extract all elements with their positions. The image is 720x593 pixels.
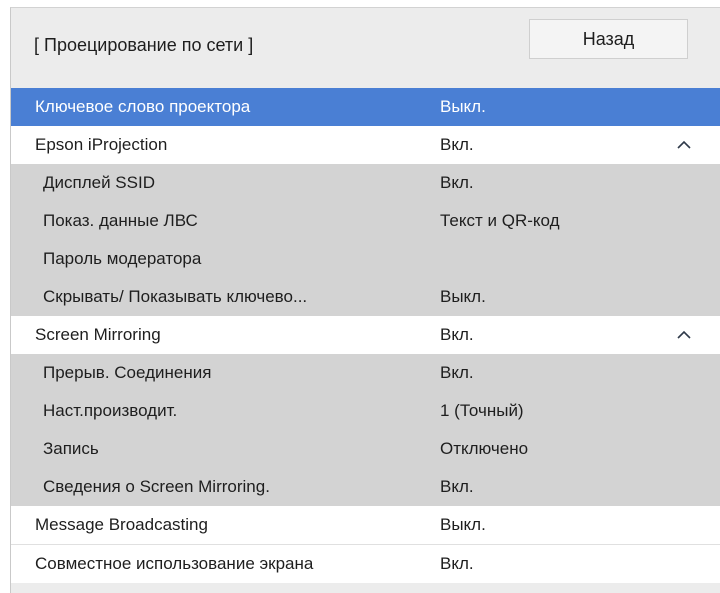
row-label: Совместное использование экрана bbox=[35, 554, 314, 573]
menu-row-recording[interactable]: Запись Отключено bbox=[11, 430, 720, 468]
row-value: Текст и QR-код bbox=[440, 211, 560, 230]
network-projection-panel: [ Проецирование по сети ] Назад Ключевое… bbox=[10, 7, 720, 593]
menu-row-moderator-password[interactable]: Пароль модератора bbox=[11, 240, 720, 278]
row-value: Вкл. bbox=[440, 554, 474, 573]
menu-row-screen-mirroring-info[interactable]: Сведения о Screen Mirroring. Вкл. bbox=[11, 468, 720, 506]
row-label: Прерыв. Соединения bbox=[43, 363, 212, 382]
row-label: Запись bbox=[43, 439, 99, 458]
row-value: Вкл. bbox=[440, 477, 474, 496]
row-label: Показ. данные ЛВС bbox=[43, 211, 198, 230]
menu-header: [ Проецирование по сети ] Назад bbox=[11, 8, 720, 88]
menu-row-epson-iprojection[interactable]: Epson iProjection Вкл. bbox=[11, 126, 720, 164]
row-label: Message Broadcasting bbox=[35, 515, 208, 534]
chevron-up-icon[interactable] bbox=[677, 138, 691, 152]
menu-row-hide-show-keyword[interactable]: Скрывать/ Показывать ключево... Выкл. bbox=[11, 278, 720, 316]
menu-row-performance-setting[interactable]: Наст.производит. 1 (Точный) bbox=[11, 392, 720, 430]
row-label: Пароль модератора bbox=[43, 249, 202, 268]
menu-row-screen-sharing[interactable]: Совместное использование экрана Вкл. bbox=[11, 545, 720, 583]
row-label: Ключевое слово проектора bbox=[35, 97, 251, 116]
chevron-up-icon[interactable] bbox=[677, 328, 691, 342]
menu-row-projector-keyword[interactable]: Ключевое слово проектора Выкл. bbox=[11, 88, 720, 126]
menu-row-lan-info[interactable]: Показ. данные ЛВС Текст и QR-код bbox=[11, 202, 720, 240]
row-label: Сведения о Screen Mirroring. bbox=[43, 477, 270, 496]
row-value: Вкл. bbox=[440, 363, 474, 382]
row-label: Screen Mirroring bbox=[35, 325, 161, 344]
row-value: Отключено bbox=[440, 439, 529, 458]
row-value: Вкл. bbox=[440, 135, 474, 154]
menu-row-display-ssid[interactable]: Дисплей SSID Вкл. bbox=[11, 164, 720, 202]
menu-row-interrupt-connection[interactable]: Прерыв. Соединения Вкл. bbox=[11, 354, 720, 392]
menu-row-screen-mirroring[interactable]: Screen Mirroring Вкл. bbox=[11, 316, 720, 354]
row-value: Вкл. bbox=[440, 173, 474, 192]
row-value: Выкл. bbox=[440, 515, 486, 534]
row-value: Выкл. bbox=[440, 97, 486, 116]
menu-row-message-broadcasting[interactable]: Message Broadcasting Выкл. bbox=[11, 506, 720, 544]
row-label: Наст.производит. bbox=[43, 401, 178, 420]
row-label: Скрывать/ Показывать ключево... bbox=[43, 287, 308, 306]
row-label: Epson iProjection bbox=[35, 135, 168, 154]
row-label: Дисплей SSID bbox=[43, 173, 155, 192]
row-value: Вкл. bbox=[440, 325, 474, 344]
back-button[interactable]: Назад bbox=[529, 19, 688, 59]
page-title: [ Проецирование по сети ] bbox=[34, 35, 254, 55]
row-value: Выкл. bbox=[440, 287, 486, 306]
row-value: 1 (Точный) bbox=[440, 401, 524, 420]
settings-menu: Ключевое слово проектора Выкл. Epson iPr… bbox=[11, 88, 720, 583]
